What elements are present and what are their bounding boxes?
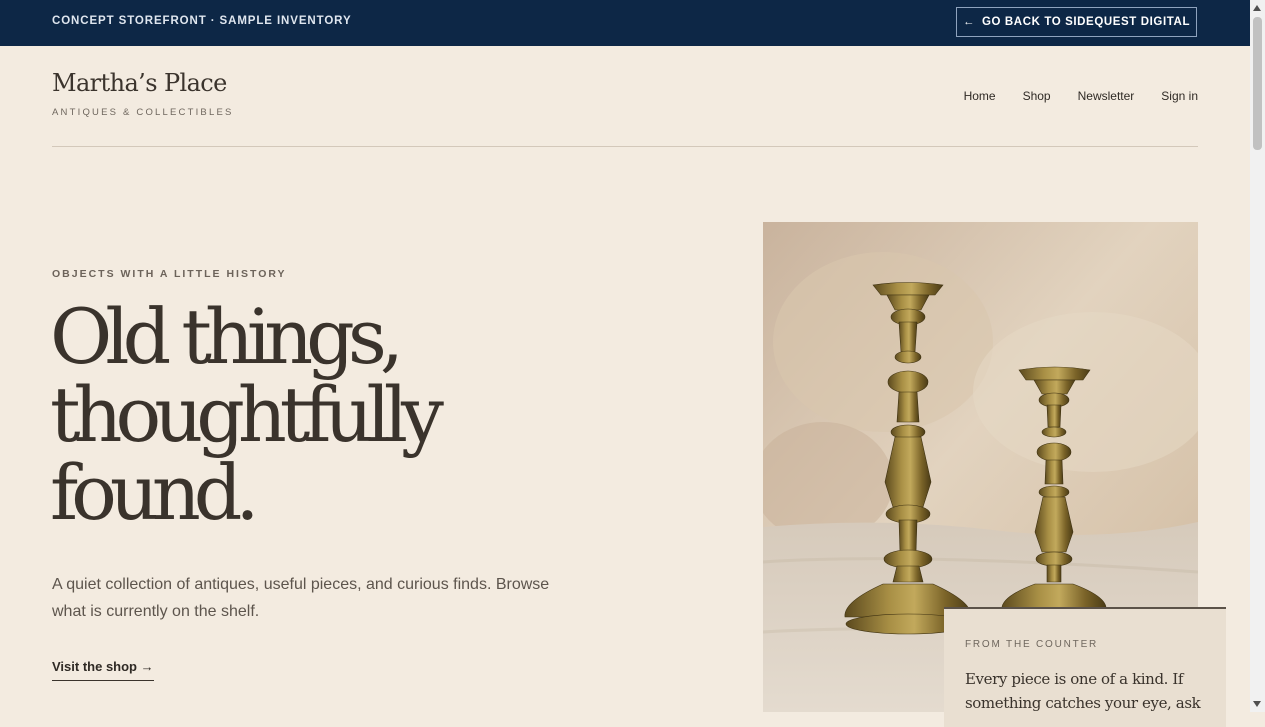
brand-name: Martha’s Place bbox=[52, 69, 227, 97]
scroll-thumb[interactable] bbox=[1253, 17, 1262, 150]
header-divider bbox=[52, 146, 1198, 147]
counter-text: Every piece is one of a kind. If somethi… bbox=[965, 670, 1201, 712]
nav-home[interactable]: Home bbox=[964, 89, 996, 103]
headline-line-2: thoughtfully bbox=[50, 370, 444, 459]
storefront-label: CONCEPT STOREFRONT · SAMPLE INVENTORY bbox=[52, 15, 352, 27]
visit-shop-link[interactable]: Visit the shop → bbox=[52, 659, 154, 681]
go-back-label: GO BACK TO SIDEQUEST DIGITAL bbox=[982, 16, 1191, 28]
brand-logo[interactable]: Martha’s Place ANTIQUES & COLLECTIBLES bbox=[52, 69, 234, 118]
headline-line-3: found. bbox=[50, 448, 260, 537]
nav-sign-in[interactable]: Sign in bbox=[1161, 89, 1198, 103]
go-back-button[interactable]: ← GO BACK TO SIDEQUEST DIGITAL bbox=[956, 7, 1197, 37]
nav-shop[interactable]: Shop bbox=[1023, 89, 1051, 103]
main-nav: Home Shop Newsletter Sign in bbox=[964, 89, 1198, 103]
hero-eyebrow: OBJECTS WITH A LITTLE HISTORY bbox=[52, 268, 287, 280]
hero-headline: Old things, thoughtfully found. bbox=[50, 292, 444, 537]
top-banner: CONCEPT STOREFRONT · SAMPLE INVENTORY ← … bbox=[0, 0, 1250, 46]
counter-label: FROM THE COUNTER bbox=[965, 639, 1099, 650]
brand-tagline: ANTIQUES & COLLECTIBLES bbox=[52, 107, 234, 118]
hero-intro: A quiet collection of antiques, useful p… bbox=[52, 576, 550, 620]
headline-line-1: Old things, bbox=[50, 292, 404, 381]
scroll-up-arrow-icon[interactable] bbox=[1253, 5, 1261, 11]
counter-card: FROM THE COUNTER Every piece is one of a… bbox=[944, 607, 1226, 727]
nav-newsletter[interactable]: Newsletter bbox=[1078, 89, 1135, 103]
page-scrollbar[interactable] bbox=[1250, 0, 1265, 712]
arrow-left-icon: ← bbox=[962, 16, 976, 28]
scroll-down-arrow-icon[interactable] bbox=[1253, 701, 1261, 707]
